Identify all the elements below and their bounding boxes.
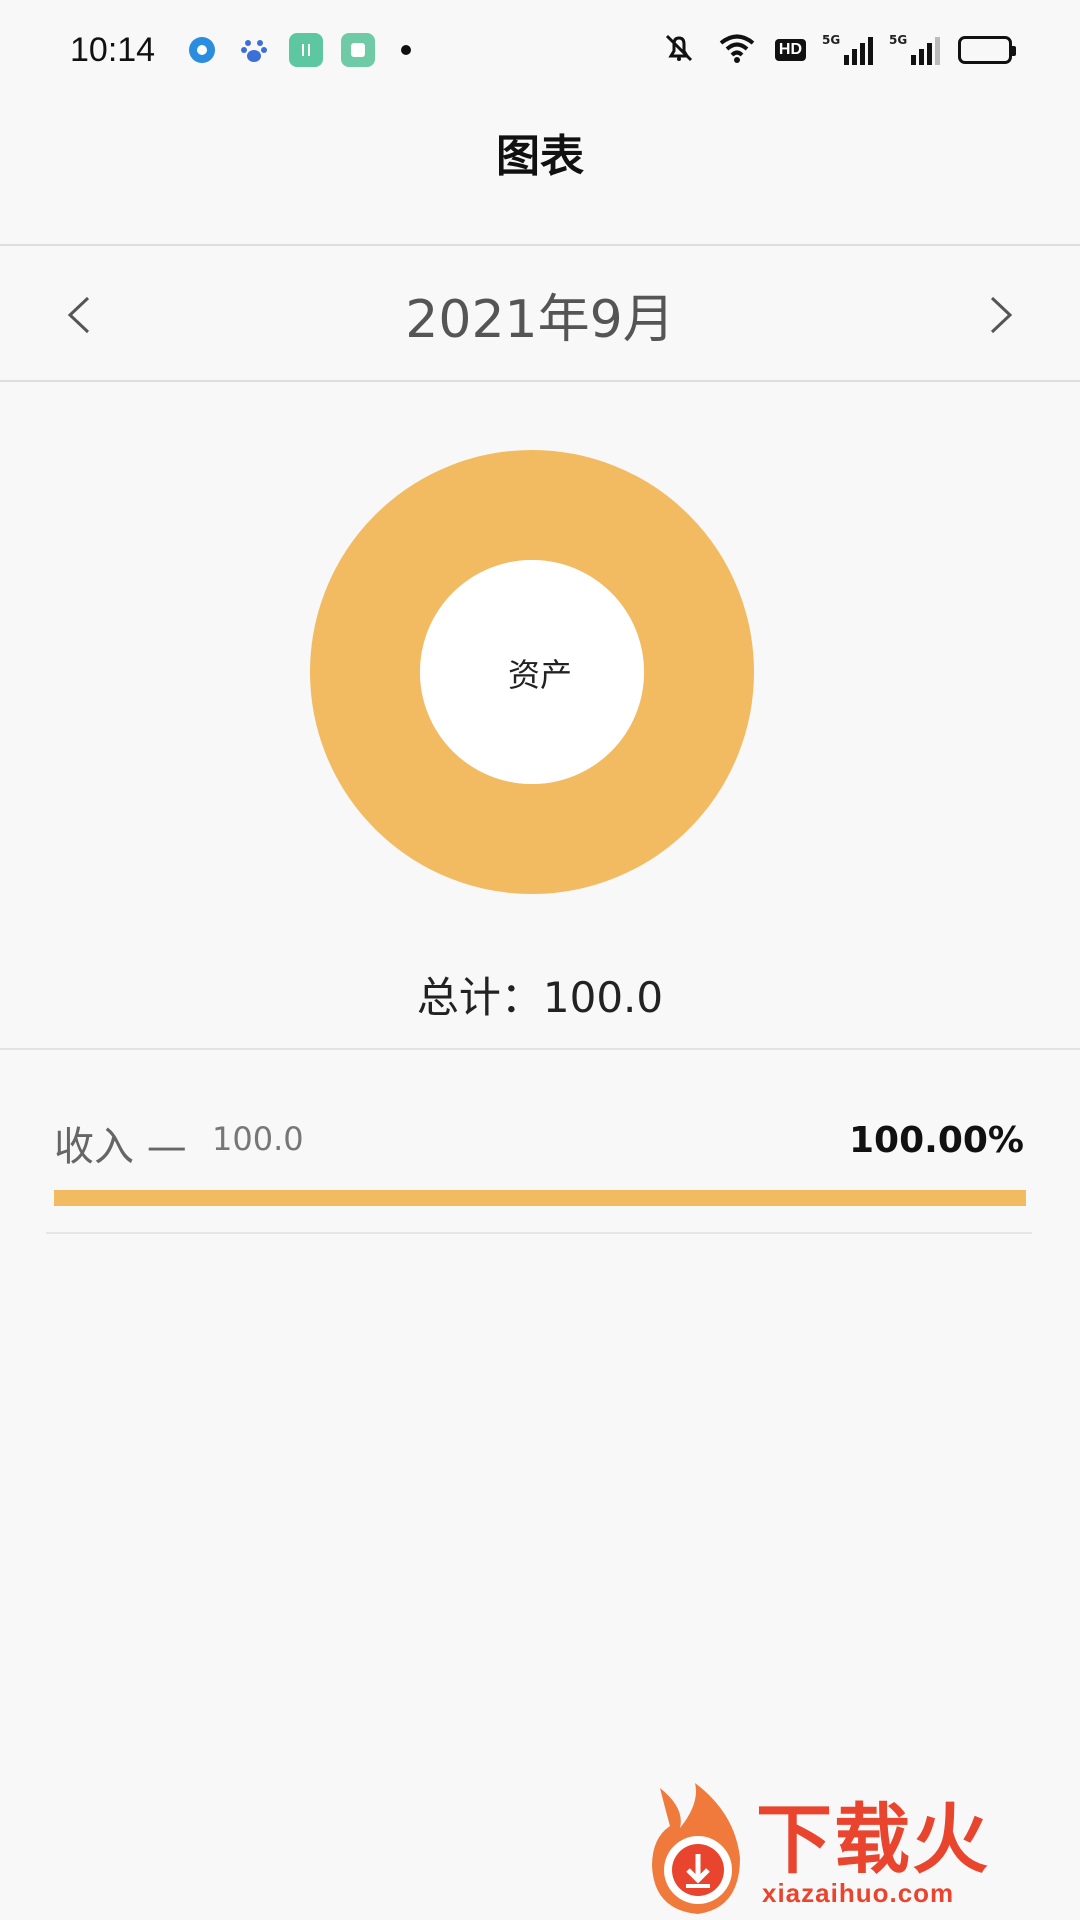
chevron-right-icon [990,296,1013,334]
month-label: 2021年9月 [405,289,675,350]
app-teal-icon [341,33,376,67]
item-amount: 100.0 [212,1120,304,1158]
item-name: 收入 — [54,1124,187,1170]
chart-area: 资产 总计：100.0 [0,384,1080,1050]
item-progress-fill [54,1190,1026,1206]
system-icons: HD 5G 5G [659,32,1016,68]
watermark-url: xiazaihuo.com [762,1878,955,1908]
baidu-icon [237,33,271,67]
list-item[interactable]: 收入 — 100.0 100.00% [0,1050,1080,1234]
signal-sim1-icon: 5G [822,33,873,65]
watermark: 下载火 xiazaihuo.com [640,1778,1080,1920]
page-title: 图表 [496,131,584,182]
signal-sim2-icon: 5G [889,33,940,65]
item-progress-bar [54,1190,1026,1206]
next-month-button[interactable] [940,248,1060,382]
more-notifications-icon [401,45,412,55]
hd-icon: HD [774,39,806,61]
item-percent: 100.00% [849,1120,1024,1161]
page-header: 图表 [0,100,1080,246]
watermark-text: 下载火 [756,1795,990,1884]
chevron-left-icon [67,296,90,334]
flame-logo-icon [652,1783,740,1914]
status-time: 10:14 [70,30,156,69]
mute-bell-icon [659,32,699,68]
battery-icon [958,36,1016,64]
wifi-icon [717,32,757,68]
total-amount: 总计：100.0 [416,973,664,1022]
app-notification-icon [185,33,219,67]
donut-center-label: 资产 [507,656,572,694]
app-green-icon [289,33,324,67]
month-navigator: 2021年9月 [0,248,1080,382]
status-bar: 10:14 HD 5G 5G [0,0,1080,100]
notification-icons [185,33,412,67]
previous-month-button[interactable] [20,248,140,382]
item-divider [46,1232,1032,1234]
